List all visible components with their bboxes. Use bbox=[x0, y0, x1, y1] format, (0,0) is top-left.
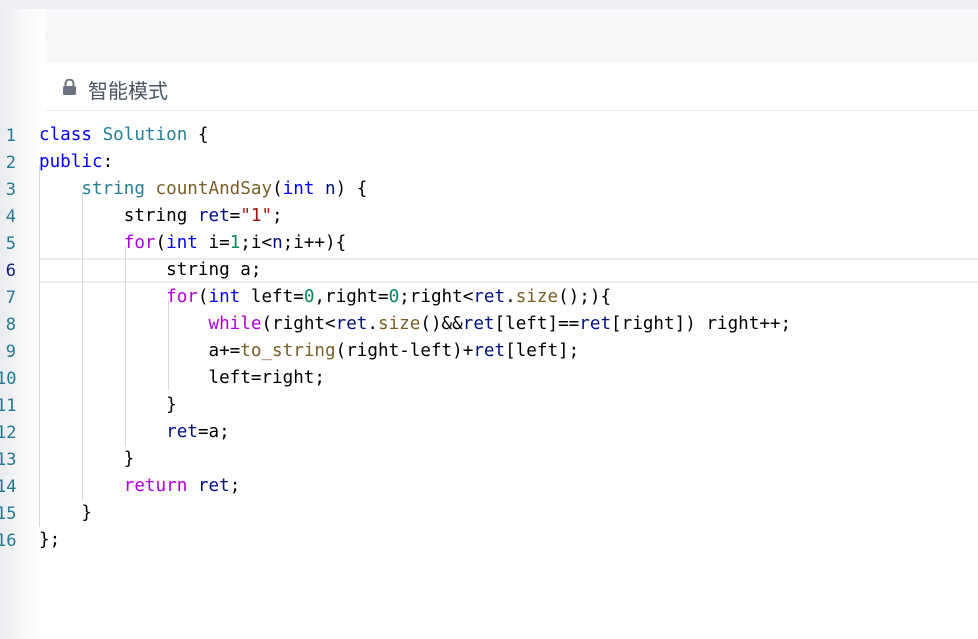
line-number: 4 bbox=[5, 207, 16, 227]
line-number: 16 bbox=[0, 531, 17, 551]
code-line-current[interactable]: string a; bbox=[39, 260, 261, 280]
line-number: 8 bbox=[5, 315, 16, 335]
code-line[interactable]: while(right<ret.size()&&ret[left]==ret[r… bbox=[39, 314, 791, 334]
code-line[interactable]: }; bbox=[39, 530, 60, 550]
line-number: 11 bbox=[0, 396, 17, 416]
line-number: 9 bbox=[5, 342, 16, 362]
code-line[interactable]: } bbox=[39, 503, 92, 523]
panel-header: 代码 bbox=[0, 9, 978, 63]
code-line[interactable]: for(int left=0,right=0;right<ret.size();… bbox=[39, 287, 611, 307]
line-number: 3 bbox=[5, 180, 16, 200]
editor-toolbar: + 智能模式 bbox=[0, 63, 978, 111]
code-line[interactable]: string ret="1"; bbox=[39, 206, 283, 226]
line-number: 14 bbox=[0, 477, 17, 497]
line-number: 12 bbox=[0, 423, 17, 443]
line-number: 13 bbox=[0, 450, 17, 470]
code-line[interactable]: a+=to_string(right-left)+ret[left]; bbox=[39, 341, 579, 361]
line-number-current: 6 bbox=[5, 261, 16, 281]
code-line[interactable]: string countAndSay(int n) { bbox=[39, 179, 367, 199]
code-line[interactable]: class Solution { bbox=[39, 125, 209, 145]
code-line[interactable]: ret=a; bbox=[39, 422, 230, 442]
code-line[interactable]: } bbox=[39, 449, 135, 469]
line-number: 2 bbox=[5, 153, 16, 173]
line-number: 1 bbox=[5, 126, 16, 146]
code-line[interactable]: public: bbox=[39, 152, 113, 172]
line-number: 15 bbox=[0, 504, 17, 524]
top-strip bbox=[0, 0, 978, 9]
line-number: 5 bbox=[5, 234, 16, 254]
code-editor[interactable]: 1 2 3 4 5 6 7 8 9 10 11 12 13 14 15 16 c… bbox=[0, 111, 978, 639]
mode-selector[interactable]: 智能模式 bbox=[88, 75, 168, 104]
code-line[interactable]: return ret; bbox=[39, 476, 241, 496]
lock-icon bbox=[63, 79, 76, 95]
code-line[interactable]: } bbox=[39, 395, 177, 415]
code-line[interactable]: for(int i=1;i<n;i++){ bbox=[39, 233, 346, 253]
line-number: 7 bbox=[5, 288, 16, 308]
line-number: 10 bbox=[0, 369, 17, 389]
code-line[interactable]: left=right; bbox=[39, 368, 325, 388]
